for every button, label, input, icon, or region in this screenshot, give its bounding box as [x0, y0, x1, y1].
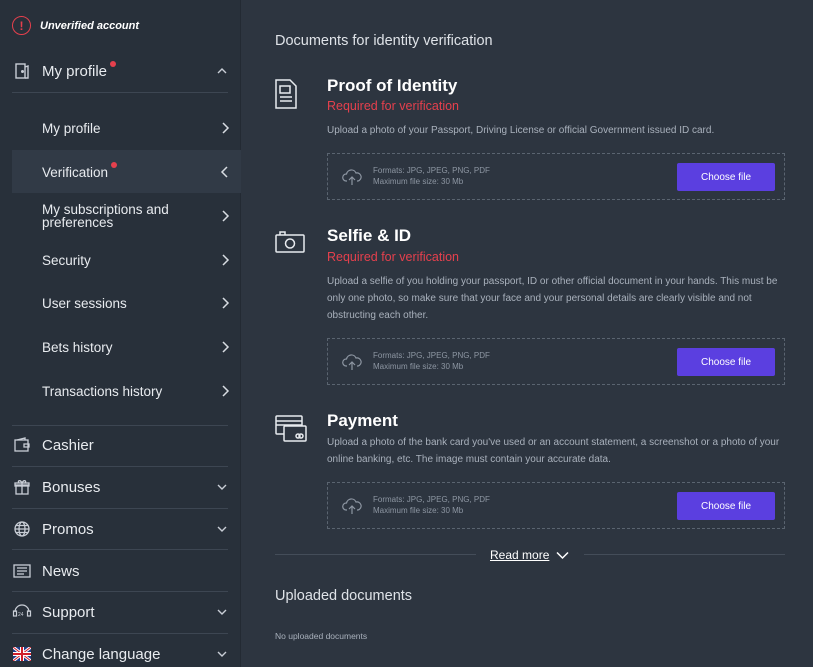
support-24-7-icon: 24	[12, 602, 32, 622]
main-content: Documents for identity verification Proo…	[241, 0, 813, 667]
sidebar: ! Unverified account My profile My profi…	[0, 0, 241, 667]
sidebar-item-my-profile[interactable]: My profile	[12, 60, 228, 82]
gift-icon	[12, 477, 32, 497]
globe-icon	[12, 519, 32, 539]
page-title: Documents for identity verification	[275, 33, 493, 49]
submenu-item-label: My profile	[42, 120, 101, 136]
upload-info: Formats: JPG, JPEG, PNG, PDF Maximum fil…	[373, 494, 490, 516]
submenu-item-transactions-history[interactable]: Transactions history	[42, 381, 230, 401]
empty-state-text: No uploaded documents	[275, 631, 368, 641]
chevron-down-icon	[217, 609, 227, 615]
unverified-account-notice[interactable]: ! Unverified account	[12, 16, 139, 35]
sidebar-item-label: Promos	[42, 520, 94, 538]
submenu-item-bets-history[interactable]: Bets history	[42, 337, 230, 357]
required-label: Required for verification	[327, 250, 460, 264]
document-title: Selfie & ID	[327, 226, 412, 245]
chevron-right-icon	[222, 210, 230, 222]
choose-file-button[interactable]: Choose file	[677, 163, 775, 191]
divider	[12, 466, 228, 467]
upload-dropzone[interactable]: Formats: JPG, JPEG, PNG, PDF Maximum fil…	[327, 338, 785, 385]
submenu-item-subscriptions[interactable]: My subscriptions and preferences	[42, 202, 230, 230]
sidebar-item-label: Cashier	[42, 436, 94, 454]
sidebar-item-label: Bonuses	[42, 478, 101, 496]
submenu-item-label: Transactions history	[42, 383, 163, 399]
newspaper-icon	[12, 561, 32, 581]
submenu-item-label: Verification	[42, 164, 109, 180]
chevron-down-icon	[556, 551, 569, 559]
document-description: Upload a photo of your Passport, Driving…	[327, 125, 715, 136]
submenu-item-user-sessions[interactable]: User sessions	[42, 293, 230, 313]
upload-info: Formats: JPG, JPEG, PNG, PDF Maximum fil…	[373, 165, 490, 187]
formats-text: Formats: JPG, JPEG, PNG, PDF	[373, 351, 490, 360]
sidebar-item-cashier[interactable]: Cashier	[12, 435, 228, 455]
submenu-item-verification[interactable]: Verification	[42, 162, 230, 182]
sidebar-item-label: News	[42, 562, 80, 580]
submenu-item-label: Security	[42, 252, 91, 268]
sidebar-item-promos[interactable]: Promos	[12, 519, 228, 539]
cloud-upload-icon	[342, 354, 362, 370]
submenu-item-label: User sessions	[42, 295, 127, 311]
chevron-down-icon	[217, 651, 227, 657]
sidebar-item-label: Change language	[42, 645, 161, 663]
divider	[12, 591, 228, 592]
submenu-item-security[interactable]: Security	[42, 250, 230, 270]
divider	[12, 633, 228, 634]
formats-text: Formats: JPG, JPEG, PNG, PDF	[373, 166, 490, 175]
chevron-right-icon	[222, 122, 230, 134]
chevron-right-icon	[222, 385, 230, 397]
divider	[584, 554, 785, 555]
submenu-item-label: Bets history	[42, 339, 113, 355]
formats-text: Formats: JPG, JPEG, PNG, PDF	[373, 495, 490, 504]
cloud-upload-icon	[342, 169, 362, 185]
document-description: Upload a photo of the bank card you've u…	[327, 437, 780, 465]
sidebar-item-bonuses[interactable]: Bonuses	[12, 477, 228, 497]
max-size-text: Maximum file size: 30 Mb	[373, 506, 464, 515]
svg-text:24: 24	[18, 612, 24, 618]
divider	[275, 554, 476, 555]
upload-info: Formats: JPG, JPEG, PNG, PDF Maximum fil…	[373, 350, 490, 372]
chevron-right-icon	[222, 297, 230, 309]
document-description: Upload a selfie of you holding your pass…	[327, 276, 778, 321]
chevron-right-icon	[222, 254, 230, 266]
section-title: Uploaded documents	[275, 588, 413, 604]
chevron-down-icon	[217, 526, 227, 532]
sidebar-item-support[interactable]: 24 Support	[12, 602, 228, 622]
chevron-down-icon	[217, 484, 227, 490]
max-size-text: Maximum file size: 30 Mb	[373, 177, 464, 186]
wallet-icon	[12, 435, 32, 455]
divider	[12, 508, 228, 509]
choose-file-button[interactable]: Choose file	[677, 492, 775, 520]
submenu-item-label: My subscriptions and preferences	[42, 202, 169, 230]
read-more-label: Read more	[490, 548, 550, 562]
uk-flag-icon	[12, 644, 32, 664]
unverified-account-label: Unverified account	[40, 19, 140, 32]
divider	[12, 92, 228, 93]
chevron-right-icon	[222, 341, 230, 353]
upload-dropzone[interactable]: Formats: JPG, JPEG, PNG, PDF Maximum fil…	[327, 482, 785, 529]
divider	[12, 425, 228, 426]
notification-dot	[111, 162, 118, 168]
camera-icon	[275, 231, 305, 253]
submenu-item-my-profile[interactable]: My profile	[42, 118, 230, 138]
chevron-up-icon	[217, 68, 227, 74]
required-label: Required for verification	[327, 99, 460, 113]
bank-card-icon	[275, 415, 307, 442]
document-title: Payment	[327, 411, 398, 430]
warning-icon: !	[12, 16, 31, 35]
max-size-text: Maximum file size: 30 Mb	[373, 362, 464, 371]
document-title: Proof of Identity	[327, 76, 458, 95]
id-document-icon	[275, 79, 297, 109]
profile-door-icon	[12, 61, 32, 81]
sidebar-item-change-language[interactable]: Change language	[12, 644, 228, 664]
chevron-left-icon	[220, 166, 228, 178]
notification-dot	[110, 61, 117, 67]
sidebar-item-news[interactable]: News	[12, 561, 228, 581]
upload-dropzone[interactable]: Formats: JPG, JPEG, PNG, PDF Maximum fil…	[327, 153, 785, 200]
sidebar-item-label: Support	[42, 603, 95, 621]
read-more-link[interactable]: Read more	[490, 548, 569, 562]
cloud-upload-icon	[342, 498, 362, 514]
divider	[12, 549, 228, 550]
choose-file-button[interactable]: Choose file	[677, 348, 775, 376]
sidebar-item-label: My profile	[42, 62, 108, 80]
